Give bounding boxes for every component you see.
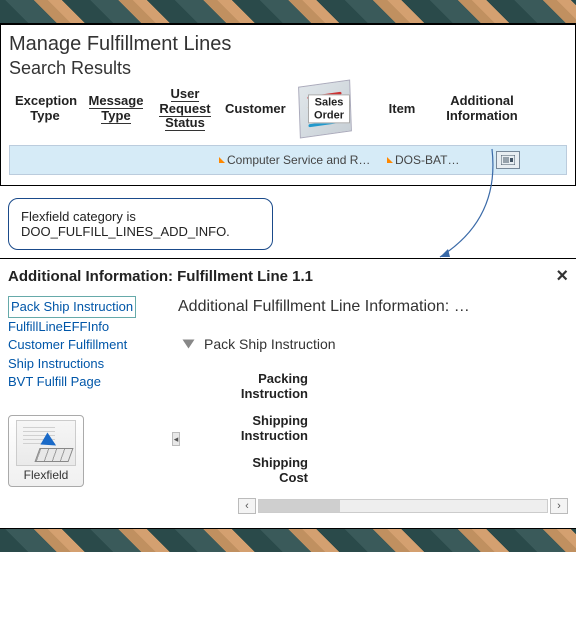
cell-item-text: DOS-BAT… — [395, 153, 459, 167]
callout-line1: Flexfield category is — [21, 209, 260, 224]
close-button[interactable]: × — [556, 265, 568, 288]
callout-line2: DOO_FULFILL_LINES_ADD_INFO. — [21, 224, 260, 239]
col-item[interactable]: Item — [367, 102, 437, 117]
section-title: Pack Ship Instruction — [204, 336, 336, 352]
column-headers: ExceptionType MessageType UserRequestSta… — [9, 83, 567, 135]
label-packing-instruction: PackingInstruction — [198, 372, 308, 402]
scroll-thumb[interactable] — [259, 500, 340, 512]
link-bvt-fulfill[interactable]: BVT Fulfill Page — [8, 373, 158, 391]
link-pack-ship[interactable]: Pack Ship Instruction — [8, 296, 136, 318]
col-additional-info[interactable]: AdditionalInformation — [437, 94, 527, 124]
col-exception-type[interactable]: ExceptionType — [9, 94, 81, 124]
detail-subheading: Additional Fulfillment Line Information:… — [178, 298, 568, 316]
detail-heading-row: Additional Information: Fulfillment Line… — [8, 265, 568, 288]
flexfield-icon-wrap: Flexfield — [8, 415, 84, 487]
detail-panel: Additional Information: Fulfillment Line… — [0, 258, 576, 520]
details-icon — [501, 155, 515, 165]
col-customer[interactable]: Customer — [219, 102, 291, 117]
flexfield-label: Flexfield — [13, 468, 79, 482]
label-shipping-cost: ShippingCost — [198, 456, 308, 486]
link-customer-fulfillment[interactable]: Customer Fulfillment — [8, 336, 158, 354]
indicator-icon — [387, 157, 393, 163]
collapse-left-button[interactable]: ◂ — [172, 432, 180, 446]
table-row[interactable]: Computer Service and R… DOS-BAT… — [9, 145, 567, 175]
decorative-footer-strip — [0, 528, 576, 552]
scroll-left-button[interactable]: ‹ — [238, 498, 256, 514]
flexfield-icon — [16, 420, 76, 466]
page-subtitle: Search Results — [9, 58, 567, 79]
callout-box: Flexfield category is DOO_FULFILL_LINES_… — [8, 198, 273, 250]
field-labels: PackingInstruction ShippingInstruction S… — [198, 372, 568, 486]
col-message-type[interactable]: MessageType — [81, 94, 151, 124]
context-link-list: Pack Ship Instruction FulfillLineEFFInfo… — [8, 296, 158, 391]
decorative-header-strip — [0, 0, 576, 24]
scroll-right-button[interactable]: › — [550, 498, 568, 514]
horizontal-scrollbar[interactable]: ‹ › — [178, 498, 568, 514]
search-results-panel: Manage Fulfillment Lines Search Results … — [0, 24, 576, 186]
section-header[interactable]: Pack Ship Instruction — [178, 336, 568, 352]
indicator-icon — [219, 157, 225, 163]
detail-heading: Additional Information: Fulfillment Line… — [8, 268, 313, 285]
link-fulfill-eff[interactable]: FulfillLineEFFInfo — [8, 318, 158, 336]
cell-customer: Computer Service and R… — [219, 153, 379, 167]
cell-item: DOS-BAT… — [387, 153, 467, 167]
col-sales-order[interactable]: SalesOrder — [291, 83, 367, 135]
additional-info-button[interactable] — [496, 151, 520, 169]
page-title: Manage Fulfillment Lines — [9, 33, 567, 56]
col-user-request-status[interactable]: UserRequestStatus — [151, 87, 219, 132]
scroll-track[interactable] — [258, 499, 548, 513]
link-ship-instructions[interactable]: Ship Instructions — [8, 355, 158, 373]
cell-customer-text: Computer Service and R… — [227, 153, 370, 167]
label-shipping-instruction: ShippingInstruction — [198, 414, 308, 444]
expand-icon — [183, 340, 195, 349]
sales-order-label: SalesOrder — [308, 94, 350, 123]
